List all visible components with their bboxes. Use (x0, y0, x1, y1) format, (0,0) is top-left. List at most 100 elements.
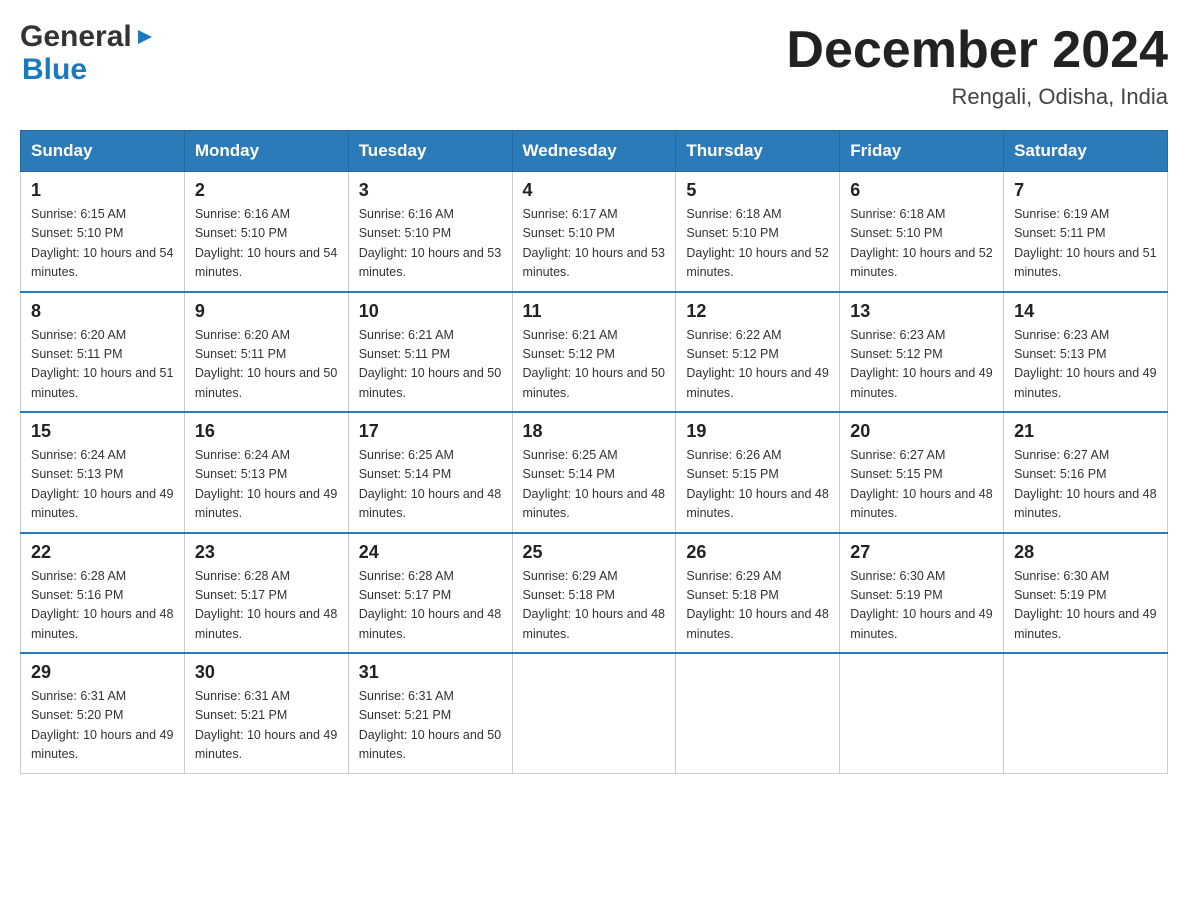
day-number: 22 (31, 542, 174, 563)
day-info: Sunrise: 6:28 AMSunset: 5:17 PMDaylight:… (195, 567, 338, 645)
day-number: 4 (523, 180, 666, 201)
day-info: Sunrise: 6:21 AMSunset: 5:11 PMDaylight:… (359, 326, 502, 404)
day-number: 13 (850, 301, 993, 322)
calendar-cell (1004, 653, 1168, 773)
day-number: 31 (359, 662, 502, 683)
day-info: Sunrise: 6:26 AMSunset: 5:15 PMDaylight:… (686, 446, 829, 524)
calendar-cell: 8 Sunrise: 6:20 AMSunset: 5:11 PMDaylight… (21, 292, 185, 413)
day-number: 19 (686, 421, 829, 442)
day-number: 20 (850, 421, 993, 442)
logo-blue: Blue (22, 53, 87, 86)
calendar-cell: 10 Sunrise: 6:21 AMSunset: 5:11 PMDayligh… (348, 292, 512, 413)
calendar-cell: 18 Sunrise: 6:25 AMSunset: 5:14 PMDayligh… (512, 412, 676, 533)
day-number: 30 (195, 662, 338, 683)
day-number: 21 (1014, 421, 1157, 442)
calendar-cell: 9 Sunrise: 6:20 AMSunset: 5:11 PMDaylight… (184, 292, 348, 413)
day-number: 15 (31, 421, 174, 442)
day-number: 28 (1014, 542, 1157, 563)
day-number: 6 (850, 180, 993, 201)
calendar-cell: 4 Sunrise: 6:17 AMSunset: 5:10 PMDaylight… (512, 172, 676, 292)
day-info: Sunrise: 6:24 AMSunset: 5:13 PMDaylight:… (31, 446, 174, 524)
day-info: Sunrise: 6:16 AMSunset: 5:10 PMDaylight:… (195, 205, 338, 283)
calendar-cell: 26 Sunrise: 6:29 AMSunset: 5:18 PMDayligh… (676, 533, 840, 654)
calendar-cell: 23 Sunrise: 6:28 AMSunset: 5:17 PMDayligh… (184, 533, 348, 654)
weekday-header-thursday: Thursday (676, 131, 840, 172)
day-number: 24 (359, 542, 502, 563)
day-info: Sunrise: 6:29 AMSunset: 5:18 PMDaylight:… (686, 567, 829, 645)
day-number: 7 (1014, 180, 1157, 201)
day-info: Sunrise: 6:20 AMSunset: 5:11 PMDaylight:… (195, 326, 338, 404)
calendar-table: SundayMondayTuesdayWednesdayThursdayFrid… (20, 130, 1168, 774)
page-header: General Blue December 2024 Rengali, Odis… (20, 20, 1168, 110)
day-info: Sunrise: 6:17 AMSunset: 5:10 PMDaylight:… (523, 205, 666, 283)
day-info: Sunrise: 6:30 AMSunset: 5:19 PMDaylight:… (850, 567, 993, 645)
day-number: 29 (31, 662, 174, 683)
day-number: 3 (359, 180, 502, 201)
day-number: 9 (195, 301, 338, 322)
day-info: Sunrise: 6:27 AMSunset: 5:15 PMDaylight:… (850, 446, 993, 524)
logo-general: General (20, 20, 132, 53)
day-number: 5 (686, 180, 829, 201)
week-row-5: 29Sunrise: 6:31 AMSunset: 5:20 PMDayligh… (21, 653, 1168, 773)
month-title: December 2024 (786, 20, 1168, 80)
calendar-cell: 16 Sunrise: 6:24 AMSunset: 5:13 PMDayligh… (184, 412, 348, 533)
weekday-header-friday: Friday (840, 131, 1004, 172)
calendar-cell: 19 Sunrise: 6:26 AMSunset: 5:15 PMDayligh… (676, 412, 840, 533)
title-block: December 2024 Rengali, Odisha, India (786, 20, 1168, 110)
day-number: 16 (195, 421, 338, 442)
calendar-cell: 12Sunrise: 6:22 AMSunset: 5:12 PMDayligh… (676, 292, 840, 413)
day-info: Sunrise: 6:31 AMSunset: 5:21 PMDaylight:… (359, 687, 502, 765)
weekday-header-tuesday: Tuesday (348, 131, 512, 172)
calendar-cell: 27 Sunrise: 6:30 AMSunset: 5:19 PMDayligh… (840, 533, 1004, 654)
calendar-cell: 21 Sunrise: 6:27 AMSunset: 5:16 PMDayligh… (1004, 412, 1168, 533)
day-number: 11 (523, 301, 666, 322)
day-number: 10 (359, 301, 502, 322)
day-number: 1 (31, 180, 174, 201)
day-info: Sunrise: 6:22 AMSunset: 5:12 PMDaylight:… (686, 326, 829, 404)
day-info: Sunrise: 6:27 AMSunset: 5:16 PMDaylight:… (1014, 446, 1157, 524)
day-number: 8 (31, 301, 174, 322)
calendar-cell: 17Sunrise: 6:25 AMSunset: 5:14 PMDayligh… (348, 412, 512, 533)
weekday-header-wednesday: Wednesday (512, 131, 676, 172)
day-number: 18 (523, 421, 666, 442)
day-info: Sunrise: 6:30 AMSunset: 5:19 PMDaylight:… (1014, 567, 1157, 645)
calendar-cell: 15 Sunrise: 6:24 AMSunset: 5:13 PMDayligh… (21, 412, 185, 533)
calendar-cell: 7 Sunrise: 6:19 AMSunset: 5:11 PMDaylight… (1004, 172, 1168, 292)
day-number: 26 (686, 542, 829, 563)
day-number: 17 (359, 421, 502, 442)
week-row-1: 1 Sunrise: 6:15 AMSunset: 5:10 PMDaylight… (21, 172, 1168, 292)
weekday-header-sunday: Sunday (21, 131, 185, 172)
calendar-cell: 28 Sunrise: 6:30 AMSunset: 5:19 PMDayligh… (1004, 533, 1168, 654)
calendar-cell: 30Sunrise: 6:31 AMSunset: 5:21 PMDayligh… (184, 653, 348, 773)
logo-triangle-icon (134, 26, 156, 48)
calendar-cell: 13 Sunrise: 6:23 AMSunset: 5:12 PMDayligh… (840, 292, 1004, 413)
day-number: 27 (850, 542, 993, 563)
day-info: Sunrise: 6:28 AMSunset: 5:17 PMDaylight:… (359, 567, 502, 645)
calendar-cell: 11Sunrise: 6:21 AMSunset: 5:12 PMDayligh… (512, 292, 676, 413)
day-number: 14 (1014, 301, 1157, 322)
calendar-cell: 6 Sunrise: 6:18 AMSunset: 5:10 PMDaylight… (840, 172, 1004, 292)
day-info: Sunrise: 6:23 AMSunset: 5:13 PMDaylight:… (1014, 326, 1157, 404)
day-info: Sunrise: 6:19 AMSunset: 5:11 PMDaylight:… (1014, 205, 1157, 283)
day-info: Sunrise: 6:20 AMSunset: 5:11 PMDaylight:… (31, 326, 174, 404)
day-info: Sunrise: 6:29 AMSunset: 5:18 PMDaylight:… (523, 567, 666, 645)
day-info: Sunrise: 6:15 AMSunset: 5:10 PMDaylight:… (31, 205, 174, 283)
week-row-4: 22 Sunrise: 6:28 AMSunset: 5:16 PMDayligh… (21, 533, 1168, 654)
day-info: Sunrise: 6:25 AMSunset: 5:14 PMDaylight:… (523, 446, 666, 524)
calendar-cell: 20 Sunrise: 6:27 AMSunset: 5:15 PMDayligh… (840, 412, 1004, 533)
day-info: Sunrise: 6:28 AMSunset: 5:16 PMDaylight:… (31, 567, 174, 645)
calendar-cell: 3Sunrise: 6:16 AMSunset: 5:10 PMDaylight… (348, 172, 512, 292)
calendar-cell: 29Sunrise: 6:31 AMSunset: 5:20 PMDayligh… (21, 653, 185, 773)
logo: General Blue (20, 20, 156, 86)
calendar-cell: 1 Sunrise: 6:15 AMSunset: 5:10 PMDaylight… (21, 172, 185, 292)
day-info: Sunrise: 6:23 AMSunset: 5:12 PMDaylight:… (850, 326, 993, 404)
calendar-cell: 5Sunrise: 6:18 AMSunset: 5:10 PMDaylight… (676, 172, 840, 292)
day-number: 25 (523, 542, 666, 563)
week-row-3: 15 Sunrise: 6:24 AMSunset: 5:13 PMDayligh… (21, 412, 1168, 533)
day-info: Sunrise: 6:18 AMSunset: 5:10 PMDaylight:… (850, 205, 993, 283)
day-info: Sunrise: 6:24 AMSunset: 5:13 PMDaylight:… (195, 446, 338, 524)
calendar-cell (840, 653, 1004, 773)
day-number: 2 (195, 180, 338, 201)
day-number: 23 (195, 542, 338, 563)
calendar-cell: 14 Sunrise: 6:23 AMSunset: 5:13 PMDayligh… (1004, 292, 1168, 413)
